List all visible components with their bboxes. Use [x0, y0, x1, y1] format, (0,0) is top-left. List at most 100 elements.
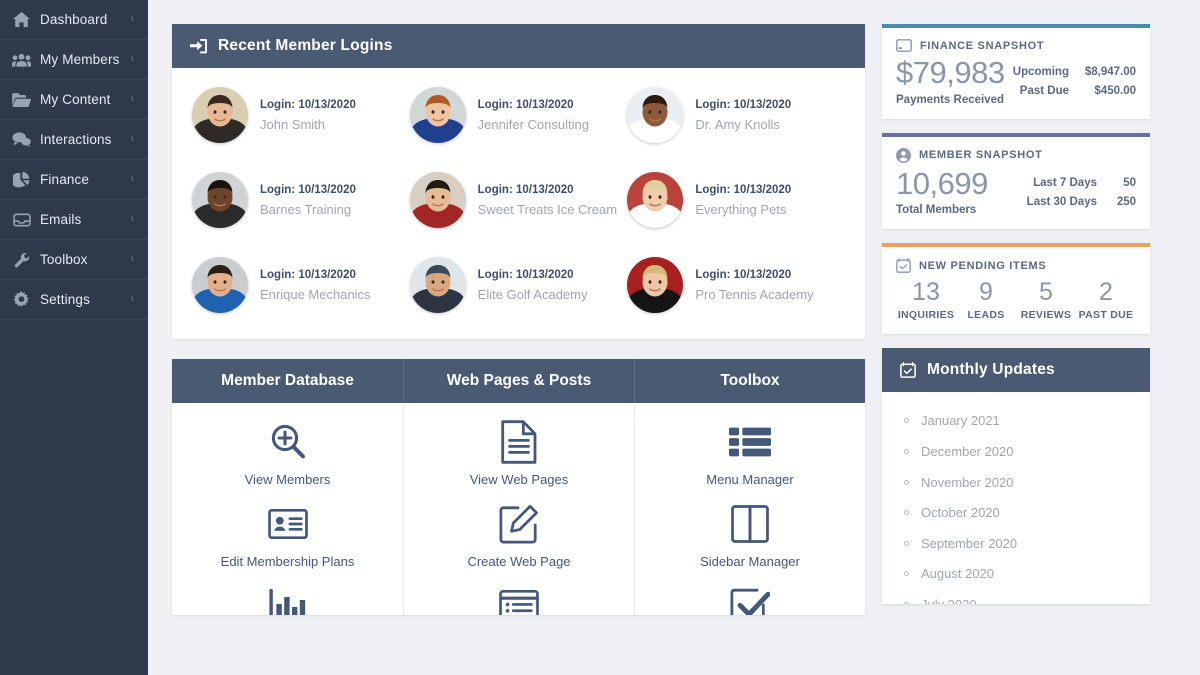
panel-body: View Web Pages Create Web Page — [403, 403, 634, 615]
tile-edit-membership-plans[interactable]: Edit Membership Plans — [172, 503, 403, 569]
sidebar-item-interactions[interactable]: Interactions› — [0, 120, 148, 160]
tile-view-web-pages[interactable]: View Web Pages — [404, 421, 634, 487]
chevron-right-icon: › — [130, 134, 134, 145]
bullet-icon — [904, 510, 909, 515]
chevron-right-icon: › — [130, 54, 134, 65]
tile-menu-manager[interactable]: Menu Manager — [635, 421, 865, 487]
member-snapshot-title: MEMBER SNAPSHOT — [919, 149, 1043, 161]
pending-stat[interactable]: 9LEADS — [956, 277, 1016, 320]
bullet-icon — [904, 541, 909, 546]
monthly-update-item[interactable]: September 2020 — [902, 528, 1140, 559]
login-member-name[interactable]: Elite Golf Academy — [478, 287, 588, 302]
search-plus-icon — [268, 421, 308, 463]
left-column: Recent Member Logins Login: 10/13/2020Jo… — [172, 24, 865, 675]
sidebar-item-label: Toolbox — [40, 252, 130, 267]
monthly-update-label: January 2021 — [921, 413, 1000, 428]
sidebar-item-toolbox[interactable]: Toolbox› — [0, 240, 148, 280]
login-member-name[interactable]: John Smith — [260, 117, 356, 132]
finance-stat-row: Upcoming $8,947.00 — [1013, 63, 1136, 82]
sidebar-item-my-members[interactable]: My Members› — [0, 40, 148, 80]
member-stat-value: 250 — [1106, 193, 1136, 212]
chevron-right-icon: › — [130, 214, 134, 225]
member-big-value: 10,699 — [896, 167, 988, 202]
sidebar-item-label: Dashboard — [40, 12, 130, 27]
login-text: Login: 10/13/2020John Smith — [260, 99, 356, 132]
member-side-stats: Last 7 Days 50 Last 30 Days 250 — [1027, 167, 1136, 212]
piechart-icon — [12, 172, 31, 188]
quick-links-panels: Member DatabaseView MembersEdit Membersh… — [172, 359, 865, 615]
monthly-update-item[interactable]: August 2020 — [902, 559, 1140, 590]
login-item[interactable]: Login: 10/13/2020Sweet Treats Ice Cream — [410, 172, 628, 228]
tile-create-web-page[interactable]: Create Web Page — [404, 503, 634, 569]
monthly-update-item[interactable]: November 2020 — [902, 467, 1140, 498]
sidebar-item-dashboard[interactable]: Dashboard› — [0, 0, 148, 40]
tile-view-members[interactable]: View Members — [172, 421, 403, 487]
dashboard-app: Dashboard›My Members›My Content›Interact… — [0, 0, 1200, 675]
bullet-icon — [904, 571, 909, 576]
comments-icon — [12, 132, 31, 148]
pending-stat-label: INQUIRIES — [896, 309, 956, 321]
monthly-updates-list: January 2021 December 2020 November 2020Oc… — [882, 392, 1150, 604]
login-member-name[interactable]: Barnes Training — [260, 202, 356, 217]
monthly-update-item[interactable]: January 2021 — [902, 406, 1140, 437]
pencil-square-icon — [499, 503, 539, 545]
sidebar-item-label: My Content — [40, 92, 130, 107]
login-text: Login: 10/13/2020Pro Tennis Academy — [695, 269, 813, 302]
tile-check-square[interactable] — [635, 585, 865, 615]
tile-bar-chart[interactable] — [172, 585, 403, 615]
member-snapshot-card: MEMBER SNAPSHOT 10,699 Total Members Las… — [882, 133, 1150, 230]
login-item[interactable]: Login: 10/13/2020Elite Golf Academy — [410, 257, 628, 313]
finance-snapshot-title: FINANCE SNAPSHOT — [920, 40, 1044, 52]
pending-stat[interactable]: 5REVIEWS — [1016, 277, 1076, 320]
avatar — [410, 257, 466, 313]
login-text: Login: 10/13/2020Everything Pets — [695, 184, 791, 217]
pending-stat[interactable]: 2PAST DUE — [1076, 277, 1136, 320]
finance-big-label: Payments Received — [896, 94, 1005, 106]
wrench-icon — [12, 252, 31, 268]
chevron-right-icon: › — [130, 174, 134, 185]
pending-stat-label: REVIEWS — [1016, 309, 1076, 321]
login-item[interactable]: Login: 10/13/2020Pro Tennis Academy — [627, 257, 845, 313]
tile-list-window[interactable] — [404, 585, 634, 615]
login-member-name[interactable]: Pro Tennis Academy — [695, 287, 813, 302]
sign-in-icon — [190, 39, 207, 54]
login-item[interactable]: Login: 10/13/2020Enrique Mechanics — [192, 257, 410, 313]
tile-label: Menu Manager — [706, 472, 793, 487]
panel-web-pages-posts: Web Pages & Posts View Web Pages Create We… — [403, 359, 634, 615]
login-item[interactable]: Login: 10/13/2020Everything Pets — [627, 172, 845, 228]
login-member-name[interactable]: Sweet Treats Ice Cream — [478, 202, 617, 217]
login-item[interactable]: Login: 10/13/2020Dr. Amy Knolls — [627, 87, 845, 143]
check-square-icon — [730, 585, 770, 615]
sidebar-item-emails[interactable]: Emails› — [0, 200, 148, 240]
login-member-name[interactable]: Dr. Amy Knolls — [695, 117, 791, 132]
login-date: Login: 10/13/2020 — [260, 184, 356, 196]
tile-label: Edit Membership Plans — [221, 554, 355, 569]
monthly-update-item[interactable]: October 2020 — [902, 497, 1140, 528]
login-text: Login: 10/13/2020 Barnes Training — [260, 184, 356, 217]
pending-stat-value: 13 — [896, 277, 956, 308]
tile-label: Create Web Page — [467, 554, 570, 569]
login-member-name[interactable]: Jennifer Consulting — [478, 117, 589, 132]
sidebar-item-settings[interactable]: Settings› — [0, 280, 148, 320]
tile-sidebar-manager[interactable]: Sidebar Manager — [635, 503, 865, 569]
panel-member-database: Member DatabaseView MembersEdit Membersh… — [172, 359, 403, 615]
monthly-update-label: December 2020 — [921, 444, 1014, 459]
login-item[interactable]: Login: 10/13/2020 Barnes Training — [192, 172, 410, 228]
login-item[interactable]: Login: 10/13/2020John Smith — [192, 87, 410, 143]
login-member-name[interactable]: Enrique Mechanics — [260, 287, 371, 302]
monthly-update-item[interactable]: July 2020 — [902, 589, 1140, 603]
login-item[interactable]: Login: 10/13/2020Jennifer Consulting — [410, 87, 628, 143]
finance-stat-label: Past Due — [1020, 82, 1069, 101]
monthly-update-item[interactable]: December 2020 — [902, 436, 1140, 467]
sidebar-item-my-content[interactable]: My Content› — [0, 80, 148, 120]
avatar — [627, 172, 683, 228]
logins-grid: Login: 10/13/2020John SmithLogin: 10/13/… — [192, 87, 845, 313]
panel-toolbox: ToolboxMenu ManagerSidebar Manager — [634, 359, 865, 615]
pending-items-title-row: NEW PENDING ITEMS — [896, 258, 1136, 273]
panel-title: Web Pages & Posts — [403, 359, 634, 403]
pending-stat[interactable]: 13INQUIRIES — [896, 277, 956, 320]
sidebar-item-finance[interactable]: Finance› — [0, 160, 148, 200]
login-member-name[interactable]: Everything Pets — [695, 202, 791, 217]
panel-body: Menu Manager Sidebar Manager — [634, 403, 865, 615]
member-stat-row: Last 7 Days 50 — [1027, 174, 1136, 193]
